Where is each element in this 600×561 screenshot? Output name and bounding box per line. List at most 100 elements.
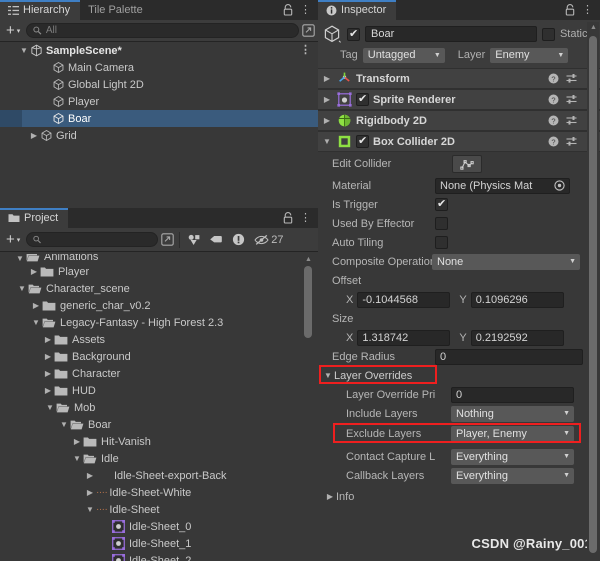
sprite-renderer-enabled-checkbox[interactable]: [356, 92, 369, 106]
hierarchy-item-samplescene[interactable]: ▼ SampleScene* ⋮: [0, 42, 318, 59]
project-item-idle-sheet-export-back[interactable]: ▶ Idle-Sheet-export-Back: [0, 467, 318, 484]
expand-arrow[interactable]: ▶: [42, 386, 54, 395]
expand-arrow[interactable]: ▼: [30, 318, 42, 327]
size-x-field[interactable]: 1.318742: [357, 329, 451, 346]
warning-filter-icon[interactable]: [232, 233, 245, 246]
expand-arrow[interactable]: ▼: [84, 505, 96, 514]
composite-operation-dropdown[interactable]: None ▼: [432, 253, 580, 270]
create-gameobject-button[interactable]: + ▾: [3, 23, 23, 38]
preset-icon[interactable]: [566, 115, 577, 126]
project-item-hud[interactable]: ▶ HUD: [0, 382, 318, 399]
expand-arrow[interactable]: ▶: [321, 74, 333, 83]
project-scrollbar[interactable]: ▲: [302, 254, 314, 561]
offset-x-field[interactable]: -0.1044568: [357, 291, 451, 308]
material-field[interactable]: None (Physics Mat: [435, 177, 570, 194]
hierarchy-item-player[interactable]: Player: [0, 93, 318, 110]
expand-arrow[interactable]: ▼: [322, 371, 334, 380]
lock-icon[interactable]: [565, 4, 575, 16]
static-checkbox[interactable]: [541, 27, 555, 41]
preset-icon[interactable]: [566, 136, 577, 147]
tab-project[interactable]: Project: [0, 208, 69, 228]
contact-capture-dropdown[interactable]: Everything ▼: [451, 448, 574, 465]
expand-arrow[interactable]: ▶: [42, 369, 54, 378]
project-item-idle[interactable]: ▼ Idle: [0, 450, 318, 467]
open-in-new-icon[interactable]: [161, 233, 175, 246]
lock-icon[interactable]: [283, 4, 293, 16]
hierarchy-item-grid[interactable]: ▶ Grid: [0, 127, 318, 144]
open-in-new-icon[interactable]: [302, 24, 315, 37]
hierarchy-search[interactable]: [26, 23, 299, 38]
box-collider-enabled-checkbox[interactable]: [356, 134, 369, 148]
project-item-generic-char[interactable]: ▶ generic_char_v0.2: [0, 297, 318, 314]
scene-menu-icon[interactable]: ⋮: [300, 45, 311, 56]
used-by-effector-checkbox[interactable]: [435, 217, 448, 230]
tag-dropdown[interactable]: Untagged ▼: [362, 47, 445, 63]
expand-arrow[interactable]: ▶: [42, 352, 54, 361]
preset-icon[interactable]: [566, 73, 577, 84]
expand-arrow[interactable]: ▶: [321, 116, 333, 125]
exclude-layers-dropdown[interactable]: Player, Enemy ▼: [451, 425, 574, 442]
tab-inspector[interactable]: Inspector: [318, 0, 397, 20]
project-item-idle-sheet-1[interactable]: Idle-Sheet_1: [0, 535, 318, 552]
label-filter-icon[interactable]: [209, 233, 223, 246]
project-scrollbar-thumb[interactable]: [304, 266, 312, 338]
expand-arrow[interactable]: ▼: [321, 137, 333, 146]
hierarchy-menu-icon[interactable]: ⋮: [300, 4, 311, 16]
info-section-header[interactable]: ▶ Info: [318, 487, 600, 506]
expand-arrow[interactable]: ▼: [58, 420, 70, 429]
expand-arrow[interactable]: ▼: [18, 46, 30, 55]
project-item-boar[interactable]: ▼ Boar: [0, 416, 318, 433]
help-icon[interactable]: ?: [548, 73, 559, 84]
inspector-menu-icon[interactable]: ⋮: [582, 4, 593, 16]
tab-hierarchy[interactable]: Hierarchy: [0, 0, 81, 20]
project-item-idle-sheet-0[interactable]: Idle-Sheet_0: [0, 518, 318, 535]
expand-arrow[interactable]: ▶: [28, 131, 40, 140]
asset-type-filter-icon[interactable]: [187, 233, 201, 246]
inspector-scrollbar[interactable]: ▲: [587, 22, 599, 553]
component-transform[interactable]: ▶ Transform ?: [318, 68, 600, 89]
expand-arrow[interactable]: ▶: [84, 471, 96, 480]
tab-tile-palette[interactable]: Tile Palette: [80, 0, 153, 20]
inspector-scrollbar-thumb[interactable]: [589, 36, 597, 553]
callback-layers-dropdown[interactable]: Everything ▼: [451, 467, 574, 484]
project-menu-icon[interactable]: ⋮: [300, 212, 311, 224]
project-item-assets[interactable]: ▶ Assets: [0, 331, 318, 348]
gameobject-name-field[interactable]: Boar: [365, 26, 537, 42]
hidden-assets-indicator[interactable]: 27: [254, 234, 284, 246]
object-picker-icon[interactable]: [554, 180, 565, 191]
component-sprite-renderer[interactable]: ▶ Sprite Renderer ?: [318, 89, 600, 110]
edge-radius-field[interactable]: 0: [435, 348, 583, 365]
expand-arrow[interactable]: ▼: [16, 284, 28, 293]
project-item-character[interactable]: ▶ Character: [0, 365, 318, 382]
help-icon[interactable]: ?: [548, 94, 559, 105]
expand-arrow[interactable]: ▼: [44, 403, 56, 412]
expand-arrow[interactable]: ▶: [324, 492, 336, 501]
help-icon[interactable]: ?: [548, 136, 559, 147]
project-item-player[interactable]: ▶ Player: [0, 263, 318, 280]
hierarchy-search-input[interactable]: [45, 25, 292, 36]
is-trigger-checkbox[interactable]: [435, 197, 448, 211]
expand-arrow[interactable]: ▼: [14, 254, 26, 263]
hierarchy-item-global-light-2d[interactable]: Global Light 2D: [0, 76, 318, 93]
project-search[interactable]: [26, 232, 159, 247]
gameobject-enabled-checkbox[interactable]: [347, 27, 360, 41]
expand-arrow[interactable]: ▶: [84, 488, 96, 497]
project-search-input[interactable]: [45, 234, 152, 245]
project-item-character-scene[interactable]: ▼ Character_scene: [0, 280, 318, 297]
expand-arrow[interactable]: ▶: [321, 95, 333, 104]
layer-overrides-header[interactable]: ▼ Layer Overrides: [318, 365, 600, 385]
expand-arrow[interactable]: ▼: [71, 454, 83, 463]
create-asset-button[interactable]: + ▾: [3, 232, 23, 247]
lock-icon[interactable]: [283, 212, 293, 224]
project-item-idle-sheet-2[interactable]: Idle-Sheet_2: [0, 552, 318, 561]
scroll-up-arrow-icon[interactable]: ▲: [305, 256, 312, 263]
edit-collider-button[interactable]: [452, 155, 482, 173]
project-item-hit-vanish[interactable]: ▶ Hit-Vanish: [0, 433, 318, 450]
component-box-collider-2d[interactable]: ▼ Box Collider 2D ?: [318, 131, 600, 152]
project-item-legacy-fantasy[interactable]: ▼ Legacy-Fantasy - High Forest 2.3: [0, 314, 318, 331]
project-item-idle-sheet-white[interactable]: ▶ ···· Idle-Sheet-White: [0, 484, 318, 501]
scroll-up-arrow-icon[interactable]: ▲: [590, 24, 597, 31]
layer-dropdown[interactable]: Enemy ▼: [490, 47, 569, 63]
size-y-field[interactable]: 0.2192592: [470, 329, 564, 346]
expand-arrow[interactable]: ▶: [42, 335, 54, 344]
